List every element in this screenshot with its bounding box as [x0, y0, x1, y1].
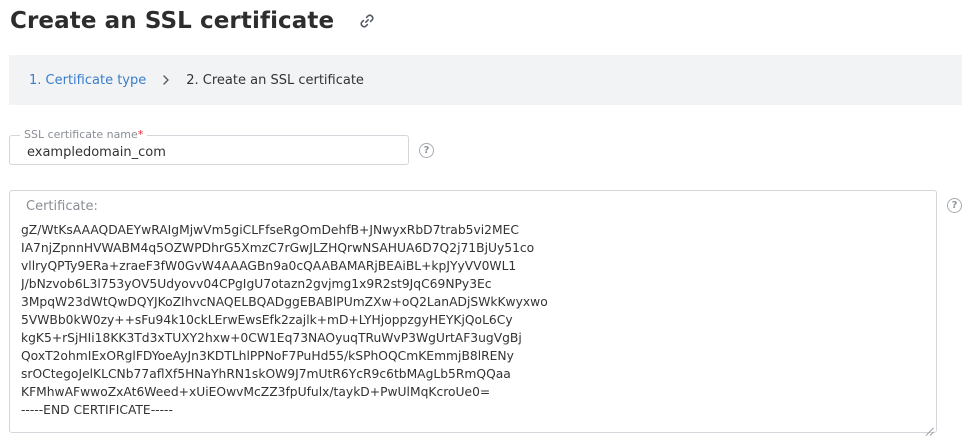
- resize-handle-icon[interactable]: [925, 421, 934, 436]
- chevron-right-icon: [162, 75, 170, 85]
- ssl-certificate-name-input[interactable]: [10, 136, 408, 164]
- certificate-field: Certificate: gZ/WtKsAAAQDAEYwRAIgMjwVm5g…: [9, 190, 937, 436]
- certificate-label: Certificate:: [26, 199, 98, 214]
- question-circle-icon[interactable]: ?: [419, 143, 434, 158]
- breadcrumb-step-certificate-type[interactable]: 1. Certificate type: [29, 73, 146, 88]
- link-icon[interactable]: [358, 12, 376, 30]
- ssl-certificate-name-field: SSL certificate name*: [9, 128, 409, 165]
- page-header: Create an SSL certificate: [10, 4, 376, 38]
- breadcrumb: 1. Certificate type 2. Create an SSL cer…: [9, 55, 962, 105]
- certificate-textarea[interactable]: gZ/WtKsAAAQDAEYwRAIgMjwVm5giCLFfseRgOmDe…: [21, 221, 926, 427]
- breadcrumb-step-current: 2. Create an SSL certificate: [186, 72, 364, 88]
- page-title: Create an SSL certificate: [10, 8, 335, 34]
- question-circle-icon[interactable]: ?: [947, 198, 962, 213]
